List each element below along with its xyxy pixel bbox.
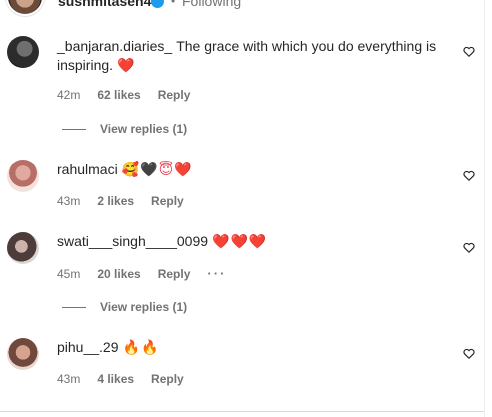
separator-dot: • — [171, 0, 176, 8]
like-button[interactable] — [462, 346, 476, 360]
author-username[interactable]: sushmitasen47 — [58, 0, 159, 9]
reply-button[interactable]: Reply — [158, 88, 191, 102]
like-button[interactable] — [462, 168, 476, 182]
comment-meta: 43m 2 likes Reply — [57, 194, 201, 208]
commenter-username[interactable]: pihu__.29 — [57, 339, 119, 355]
comment-time: 43m — [57, 194, 81, 208]
comment-likes[interactable]: 62 likes — [97, 88, 140, 102]
comment-meta: 42m 62 likes Reply — [57, 88, 207, 102]
replies-divider — [62, 307, 86, 309]
comment-body: pihu__.29 🔥🔥 — [57, 338, 447, 358]
comment-time: 43m — [57, 372, 81, 386]
commenter-username[interactable]: swati___singh____0099 — [57, 233, 208, 249]
commenter-username[interactable]: rahulmaci — [57, 161, 118, 177]
replies-divider — [62, 129, 86, 131]
comment-likes[interactable]: 4 likes — [97, 372, 134, 386]
following-button[interactable]: Following — [182, 0, 241, 9]
heart-outline-icon — [463, 46, 475, 57]
comment-body: swati___singh____0099 ❤️❤️❤️ — [57, 232, 447, 252]
comment-likes[interactable]: 2 likes — [97, 194, 134, 208]
heart-outline-icon — [463, 170, 475, 181]
view-replies-button[interactable]: View replies (1) — [62, 300, 187, 314]
comment-emoji: ❤️ — [117, 58, 136, 74]
comment-body: rahulmaci 🥰🖤😇❤️ — [57, 160, 447, 180]
comments-scrollbar[interactable] — [484, 0, 492, 417]
comment-likes[interactable]: 20 likes — [97, 267, 140, 281]
comment-time: 42m — [57, 88, 81, 102]
author-avatar[interactable] — [6, 0, 44, 16]
like-button[interactable] — [462, 44, 476, 58]
commenter-avatar[interactable] — [7, 338, 39, 370]
like-button[interactable] — [462, 240, 476, 254]
commenter-avatar[interactable] — [7, 160, 39, 192]
verified-badge-icon — [151, 0, 164, 8]
comment-body: _banjaran.diaries_ The grace with which y… — [57, 37, 447, 76]
heart-outline-icon — [463, 348, 475, 359]
comment-emoji: ❤️❤️❤️ — [212, 234, 268, 250]
comment-time: 45m — [57, 267, 81, 281]
reply-button[interactable]: Reply — [151, 194, 184, 208]
commenter-username[interactable]: _banjaran.diaries_ — [57, 38, 172, 54]
commenter-avatar[interactable] — [7, 36, 39, 68]
more-options-icon[interactable]: ··· — [455, 0, 474, 8]
post-header: sushmitasen47 • Following ··· — [0, 0, 478, 16]
view-replies-button[interactable]: View replies (1) — [62, 122, 187, 136]
heart-outline-icon — [463, 242, 475, 253]
commenter-avatar[interactable] — [7, 232, 39, 264]
comment-meta: 43m 4 likes Reply — [57, 372, 201, 386]
comment-emoji: 🔥🔥 — [122, 340, 160, 356]
comment-options-button[interactable]: ··· — [207, 266, 226, 281]
comment-emoji: 🥰🖤😇❤️ — [121, 162, 193, 178]
view-replies-label: View replies (1) — [100, 122, 188, 136]
reply-button[interactable]: Reply — [158, 267, 191, 281]
comment-meta: 45m 20 likes Reply ··· — [57, 266, 243, 281]
comments-bottom-divider — [0, 411, 484, 412]
reply-button[interactable]: Reply — [151, 372, 184, 386]
view-replies-label: View replies (1) — [100, 300, 188, 314]
